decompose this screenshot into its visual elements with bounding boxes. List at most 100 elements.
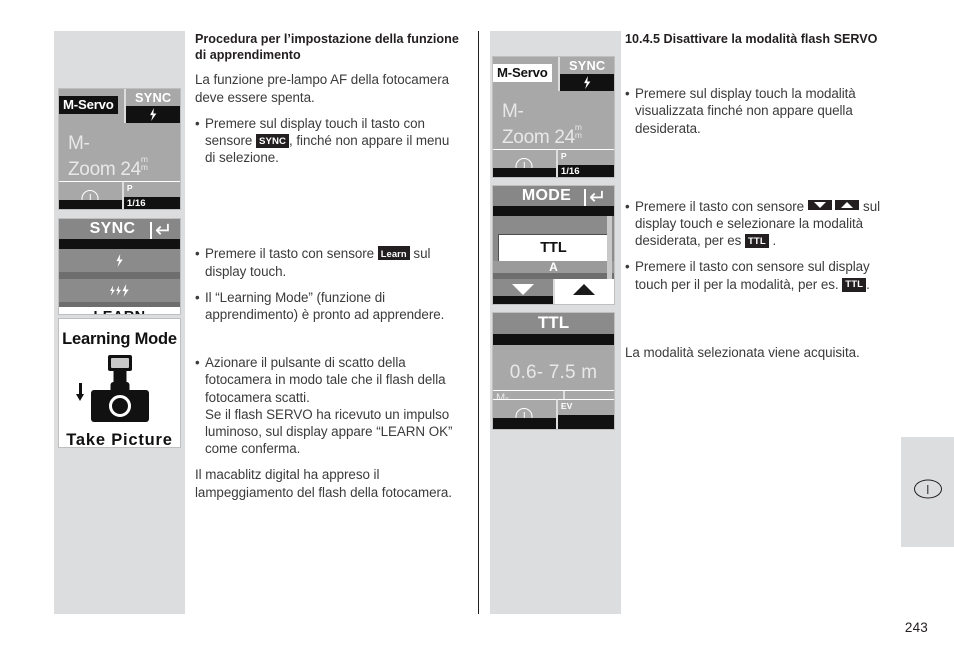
list-item: Azionare il pulsante di scatto della fot… bbox=[195, 354, 463, 457]
lcd-bottom-bar: P 1/16 bbox=[59, 181, 180, 209]
sync-menu-row-single-flash[interactable] bbox=[59, 249, 180, 272]
single-flash-bolt-icon bbox=[116, 254, 123, 267]
triangle-down-keycap bbox=[807, 199, 832, 210]
lcd-top-bar: M-Servo SYNC bbox=[59, 89, 180, 123]
lcd-zoom-line1: M- bbox=[68, 133, 90, 154]
lcd-info-button[interactable] bbox=[493, 149, 556, 177]
middle-closing: Il macablitz digital ha appreso il lampe… bbox=[195, 467, 452, 500]
ttl-ev-field[interactable]: EV bbox=[555, 399, 614, 429]
lcd-sync-button[interactable]: SYNC bbox=[124, 89, 180, 123]
side-tab[interactable] bbox=[901, 437, 954, 547]
ttl-distance-readout: 0.6- 7.5 m bbox=[509, 362, 598, 383]
lcd-screen-sync-menu[interactable]: SYNC ↵ LEARN bbox=[58, 218, 181, 315]
ttl-keycap: TTL bbox=[744, 234, 769, 249]
ttl-keycap: TTL bbox=[842, 277, 867, 292]
triangle-down-icon[interactable] bbox=[493, 279, 555, 304]
right-heading: 10.4.5 Disattivare la modalità flash SER… bbox=[625, 32, 878, 46]
ttl-bottom-bar: EV bbox=[493, 399, 614, 429]
lcd-unit-mm: mm bbox=[574, 122, 582, 140]
lcd-mode-field[interactable]: M-Servo bbox=[493, 57, 558, 91]
lcd-screen-mode-menu[interactable]: MODE ↵ TTL A bbox=[492, 185, 615, 305]
lcd-sync-button[interactable]: SYNC bbox=[558, 57, 614, 91]
sync-menu-gap-1 bbox=[59, 272, 180, 279]
triangle-up-icon[interactable] bbox=[554, 279, 614, 304]
lcd-top-bar: M-Servo SYNC bbox=[493, 57, 614, 91]
right-bullet-list-1: Premere sul display touch la modalità vi… bbox=[625, 85, 893, 137]
multi-flash-bolt-icon bbox=[110, 285, 116, 296]
learning-mode-title: Learning Mode bbox=[62, 330, 177, 348]
list-item: Premere sul display touch il tasto con s… bbox=[195, 115, 463, 167]
mode-menu-scrollbar[interactable] bbox=[607, 216, 612, 279]
middle-bullet-list-2: Premere il tasto con sensore Learn sul d… bbox=[195, 245, 463, 323]
flash-bolt-icon bbox=[584, 76, 591, 89]
list-item: Premere il tasto con sensore sul display… bbox=[625, 198, 893, 250]
sync-menu-row-multi-flash[interactable] bbox=[59, 279, 180, 302]
lcd-info-strip bbox=[493, 168, 556, 177]
shutter-press-arrow-icon bbox=[79, 383, 82, 395]
lcd-zoom-readout: M- Zoom 24 m m bbox=[493, 91, 614, 149]
text-column-right: 10.4.5 Disattivare la modalità flash SER… bbox=[625, 31, 893, 370]
lcd-sync-label: SYNC bbox=[134, 90, 172, 105]
lcd-bottom-bar: P 1/16 bbox=[493, 149, 614, 177]
ttl-body: 0.6- 7.5 m M- Zoom 24mm EV bbox=[493, 345, 614, 429]
info-oval-icon bbox=[913, 479, 942, 499]
lcd-power-field[interactable]: P 1/16 bbox=[555, 149, 614, 177]
lcd-mode-field[interactable]: M-Servo bbox=[59, 89, 124, 123]
learn-keycap: Learn bbox=[377, 246, 410, 261]
sync-menu-row-learn[interactable]: LEARN bbox=[59, 307, 180, 314]
flash-bolt-icon bbox=[150, 108, 157, 121]
lcd-sync-strip bbox=[560, 74, 614, 91]
column-divider bbox=[478, 31, 479, 614]
mode-menu-blank-row bbox=[493, 216, 614, 235]
lcd-p-value: 1/16 bbox=[123, 197, 180, 209]
lcd-p-label: P bbox=[126, 183, 133, 193]
lcd-mode-label: M-Servo bbox=[59, 96, 118, 114]
text-column-middle: Procedura per l’impostazione della funzi… bbox=[195, 31, 463, 510]
lcd-screen-m-servo-right[interactable]: M-Servo SYNC M- Zoom 24 m m P 1/16 bbox=[492, 56, 615, 178]
page-number: 243 bbox=[904, 620, 928, 635]
lcd-screen-m-servo-left[interactable]: M-Servo SYNC M- Zoom 24 m m P 1/16 bbox=[58, 88, 181, 210]
lcd-body: M- Zoom 24 m m P 1/16 bbox=[59, 123, 180, 209]
mode-menu-footer bbox=[493, 279, 614, 304]
lcd-screen-ttl[interactable]: TTL 0.6- 7.5 m M- Zoom 24mm EV bbox=[492, 312, 615, 430]
mode-menu-a-label: A bbox=[549, 260, 558, 274]
list-item: Premere il tasto con sensore sul display… bbox=[625, 258, 893, 292]
ttl-header: TTL bbox=[493, 313, 614, 345]
lcd-body: M- Zoom 24 m m P 1/16 bbox=[493, 91, 614, 177]
lcd-zoom-line2: Zoom 24 m m bbox=[502, 122, 582, 148]
middle-heading: Procedura per l’impostazione della funzi… bbox=[195, 32, 459, 63]
right-bullet-list-2: Premere il tasto con sensore sul display… bbox=[625, 198, 893, 293]
sync-menu-learn-label: LEARN bbox=[94, 309, 146, 314]
flash-on-camera-icon bbox=[59, 355, 180, 427]
lcd-zoom-readout: M- Zoom 24 m m bbox=[59, 123, 180, 181]
lcd-sync-strip bbox=[126, 106, 180, 123]
lcd-power-field[interactable]: P 1/16 bbox=[121, 181, 180, 209]
middle-bullet-list-1: Premere sul display touch il tasto con s… bbox=[195, 115, 463, 167]
lcd-zoom-line1: M- bbox=[502, 101, 524, 122]
mode-menu-ttl-label: TTL bbox=[540, 240, 567, 256]
list-item: Premere il tasto con sensore Learn sul d… bbox=[195, 245, 463, 279]
lcd-screen-learning-mode: Learning Mode Take Picture bbox=[58, 318, 181, 448]
ttl-ev-label: EV bbox=[560, 401, 573, 411]
lcd-sync-label: SYNC bbox=[568, 58, 606, 73]
triangle-up-keycap bbox=[835, 199, 860, 210]
lcd-info-button[interactable] bbox=[493, 399, 556, 429]
lcd-p-label: P bbox=[560, 151, 567, 161]
lcd-mode-label: M-Servo bbox=[493, 64, 552, 82]
mode-menu-row-a[interactable]: A bbox=[493, 260, 614, 274]
mode-menu-list: TTL A bbox=[493, 216, 614, 281]
mode-menu-row-ttl[interactable]: TTL bbox=[498, 234, 609, 262]
lcd-zoom-line2: Zoom 24 m m bbox=[68, 154, 148, 180]
lcd-unit-mm: mm bbox=[140, 154, 148, 172]
list-item: Premere sul display touch la modalità vi… bbox=[625, 85, 893, 137]
mode-menu-header: MODE ↵ bbox=[493, 186, 614, 216]
learning-mode-footer: Take Picture bbox=[66, 431, 173, 448]
lcd-info-button[interactable] bbox=[59, 181, 122, 209]
lcd-p-value: 1/16 bbox=[557, 165, 614, 177]
right-closing: La modalità selezionata viene acquisita. bbox=[625, 344, 860, 360]
